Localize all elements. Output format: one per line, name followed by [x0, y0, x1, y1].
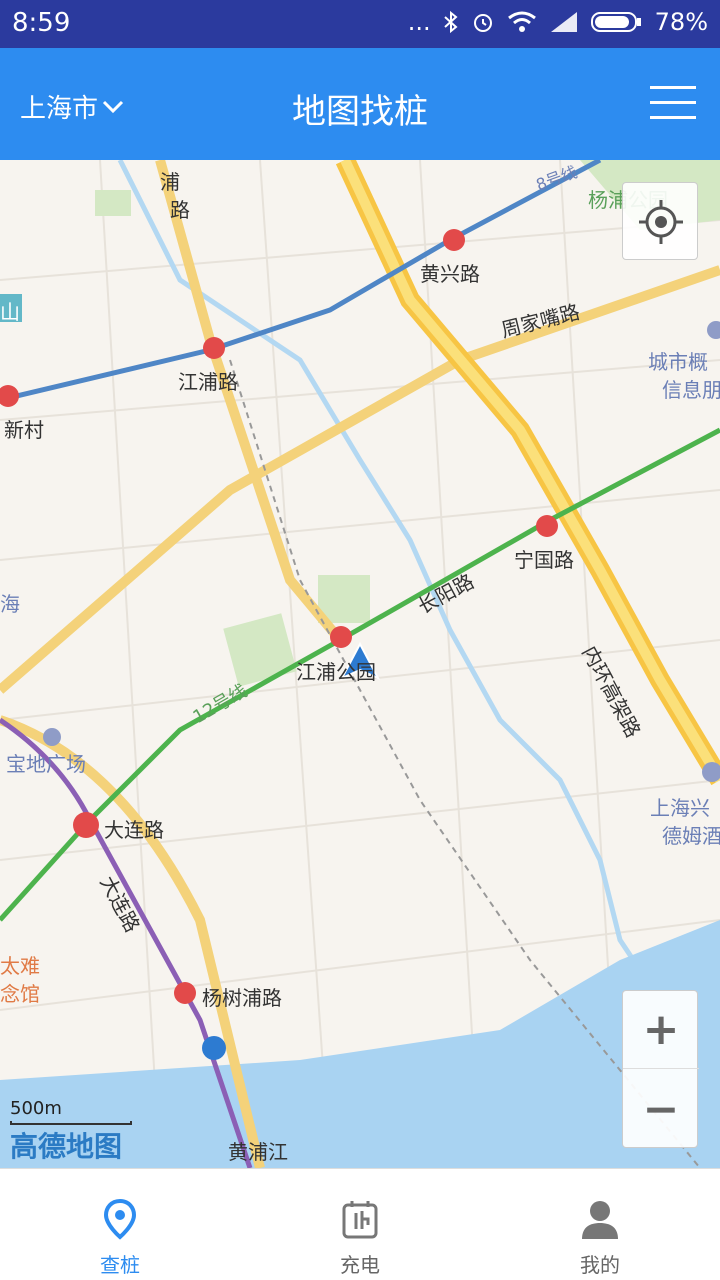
- tab-label: 充电: [340, 1253, 380, 1277]
- menu-button[interactable]: [650, 86, 696, 120]
- page-title: 地图找桩: [292, 92, 428, 132]
- bottom-tab-bar: 查桩 充电 我的: [0, 1168, 720, 1280]
- map-label-shan: 山: [0, 300, 20, 324]
- map-label-lu: 路: [170, 198, 190, 222]
- battery-percent: 78%: [654, 8, 708, 36]
- map-label-jiangpu-rd: 江浦路: [178, 370, 238, 394]
- menu-icon: [650, 86, 696, 89]
- map-label-xincun: 新村: [4, 418, 44, 442]
- map-label-hotel-1: 上海兴: [650, 796, 710, 820]
- wifi-icon: [507, 11, 536, 32]
- tab-charge[interactable]: 充电: [240, 1169, 480, 1280]
- locate-icon: [639, 200, 683, 244]
- zoom-controls: + −: [622, 990, 699, 1148]
- map-label-city-info-2: 信息朋: [662, 378, 720, 402]
- creek: [117, 160, 663, 1002]
- scale-label: 500m: [10, 1098, 62, 1119]
- locate-button[interactable]: [622, 182, 698, 260]
- map-label-hai: 海: [0, 592, 20, 616]
- bluetooth-icon: [443, 10, 458, 34]
- ferry-icon: [202, 1036, 226, 1060]
- zoom-out-button[interactable]: −: [623, 1070, 699, 1148]
- map-label-hotel-2: 德姆酒: [662, 824, 720, 848]
- park-area: [223, 613, 297, 687]
- tab-find-pile[interactable]: 查桩: [0, 1169, 240, 1280]
- map-scale: 500m: [10, 1098, 132, 1125]
- poi-icon: [707, 321, 720, 339]
- battery-icon: [590, 12, 641, 32]
- map-label-ningguo-rd: 宁国路: [514, 548, 574, 572]
- signal-icon: [550, 12, 577, 32]
- tab-profile[interactable]: 我的: [480, 1169, 720, 1280]
- status-bar: 8:59 ... 78%: [0, 0, 720, 48]
- notification-dots-icon: ...: [407, 8, 431, 36]
- status-icons: ... 78%: [408, 8, 708, 36]
- status-time: 8:59: [12, 8, 71, 38]
- map-brand-logo: 高德地图: [10, 1130, 123, 1163]
- tab-label: 我的: [580, 1253, 620, 1277]
- map-label-memorial-2: 念馆: [0, 982, 40, 1006]
- menu-icon-line: [650, 116, 696, 119]
- map-label-yangshupu-rd: 杨树浦路: [202, 986, 282, 1010]
- map-label-huangxing-rd: 黄兴路: [420, 262, 480, 286]
- menu-icon-line: [650, 101, 696, 104]
- location-pin-icon: [103, 1198, 137, 1240]
- poi-icon: [43, 728, 61, 746]
- user-icon: [582, 1201, 618, 1239]
- tab-label: 查桩: [100, 1253, 140, 1277]
- app-header: 上海市 地图找桩: [0, 48, 720, 160]
- map-view[interactable]: 杨浦公园 8号线 黄兴路 周家嘴路 江浦路 新村 城市概 信息朋 宁国路 长阳路…: [0, 160, 720, 1168]
- map-label-memorial-1: 太难: [0, 954, 40, 978]
- alarm-icon: [473, 14, 492, 32]
- map-label-dalian-rd-station: 大连路: [104, 818, 164, 842]
- map-label-baodi: 宝地广场: [6, 752, 86, 776]
- map-label-jiangpu-park: 江浦公园: [296, 660, 376, 684]
- park-area: [95, 190, 131, 216]
- map-label-pu: 浦: [160, 170, 180, 194]
- charge-icon: [342, 1201, 378, 1239]
- zoom-in-button[interactable]: +: [623, 991, 699, 1069]
- map-label-huangpu-river: 黄浦江: [228, 1140, 288, 1164]
- map-label-city-info-1: 城市概: [648, 350, 708, 374]
